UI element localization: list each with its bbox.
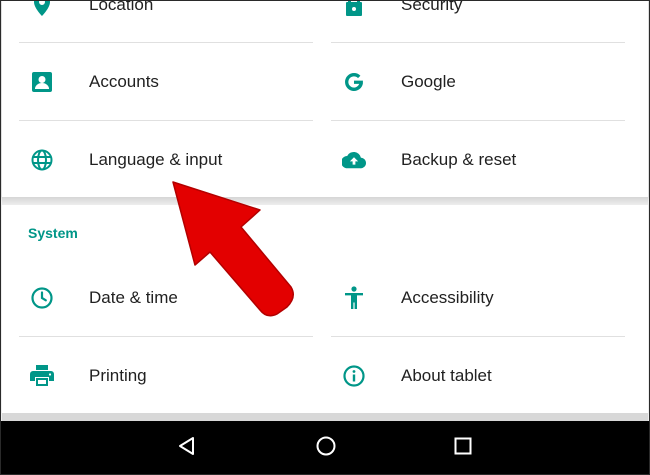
row-divider: [331, 120, 625, 121]
settings-item-label: Language & input: [89, 150, 223, 169]
navigation-bar: [1, 421, 649, 474]
settings-item-language-input[interactable]: Language & input: [2, 132, 314, 188]
google-g-icon: [342, 70, 366, 94]
settings-item-label: Google: [401, 72, 456, 91]
settings-item-label: Printing: [89, 366, 147, 385]
settings-item-label: Security: [401, 0, 463, 14]
settings-item-label: Accessibility: [401, 288, 494, 307]
lock-icon: [342, 1, 366, 17]
info-icon: [342, 364, 366, 388]
back-button[interactable]: [173, 434, 201, 462]
settings-item-label: Backup & reset: [401, 150, 517, 169]
printer-icon: [30, 364, 54, 388]
globe-icon: [30, 148, 54, 172]
settings-item-about-tablet[interactable]: About tablet: [314, 348, 626, 404]
settings-item-security[interactable]: Security: [314, 0, 626, 33]
location-pin-icon: [30, 1, 54, 17]
cloud-upload-icon: [342, 148, 366, 172]
account-box-icon: [30, 70, 54, 94]
row-divider: [331, 42, 625, 43]
accessibility-icon: [342, 286, 366, 310]
row-divider: [19, 336, 313, 337]
settings-item-label: Accounts: [89, 72, 159, 91]
clock-icon: [30, 286, 54, 310]
settings-item-printing[interactable]: Printing: [2, 348, 314, 404]
settings-item-date-time[interactable]: Date & time: [2, 270, 314, 326]
section-divider: [2, 197, 648, 205]
recents-icon: [453, 436, 473, 461]
settings-item-label: Date & time: [89, 288, 178, 307]
settings-item-backup-reset[interactable]: Backup & reset: [314, 132, 626, 188]
home-icon: [315, 435, 337, 462]
recents-button[interactable]: [449, 434, 477, 462]
settings-item-accessibility[interactable]: Accessibility: [314, 270, 626, 326]
settings-item-google[interactable]: Google: [314, 54, 626, 110]
row-divider: [19, 120, 313, 121]
settings-item-label: About tablet: [401, 366, 492, 385]
row-divider: [19, 42, 313, 43]
settings-screen: Location Security Accounts Google Langua…: [0, 0, 650, 475]
settings-item-accounts[interactable]: Accounts: [2, 54, 314, 110]
home-button[interactable]: [312, 434, 340, 462]
section-title-system: System: [28, 225, 78, 241]
row-divider: [331, 336, 625, 337]
settings-item-location[interactable]: Location: [2, 0, 314, 33]
settings-item-label: Location: [89, 0, 154, 14]
back-icon: [177, 436, 197, 461]
